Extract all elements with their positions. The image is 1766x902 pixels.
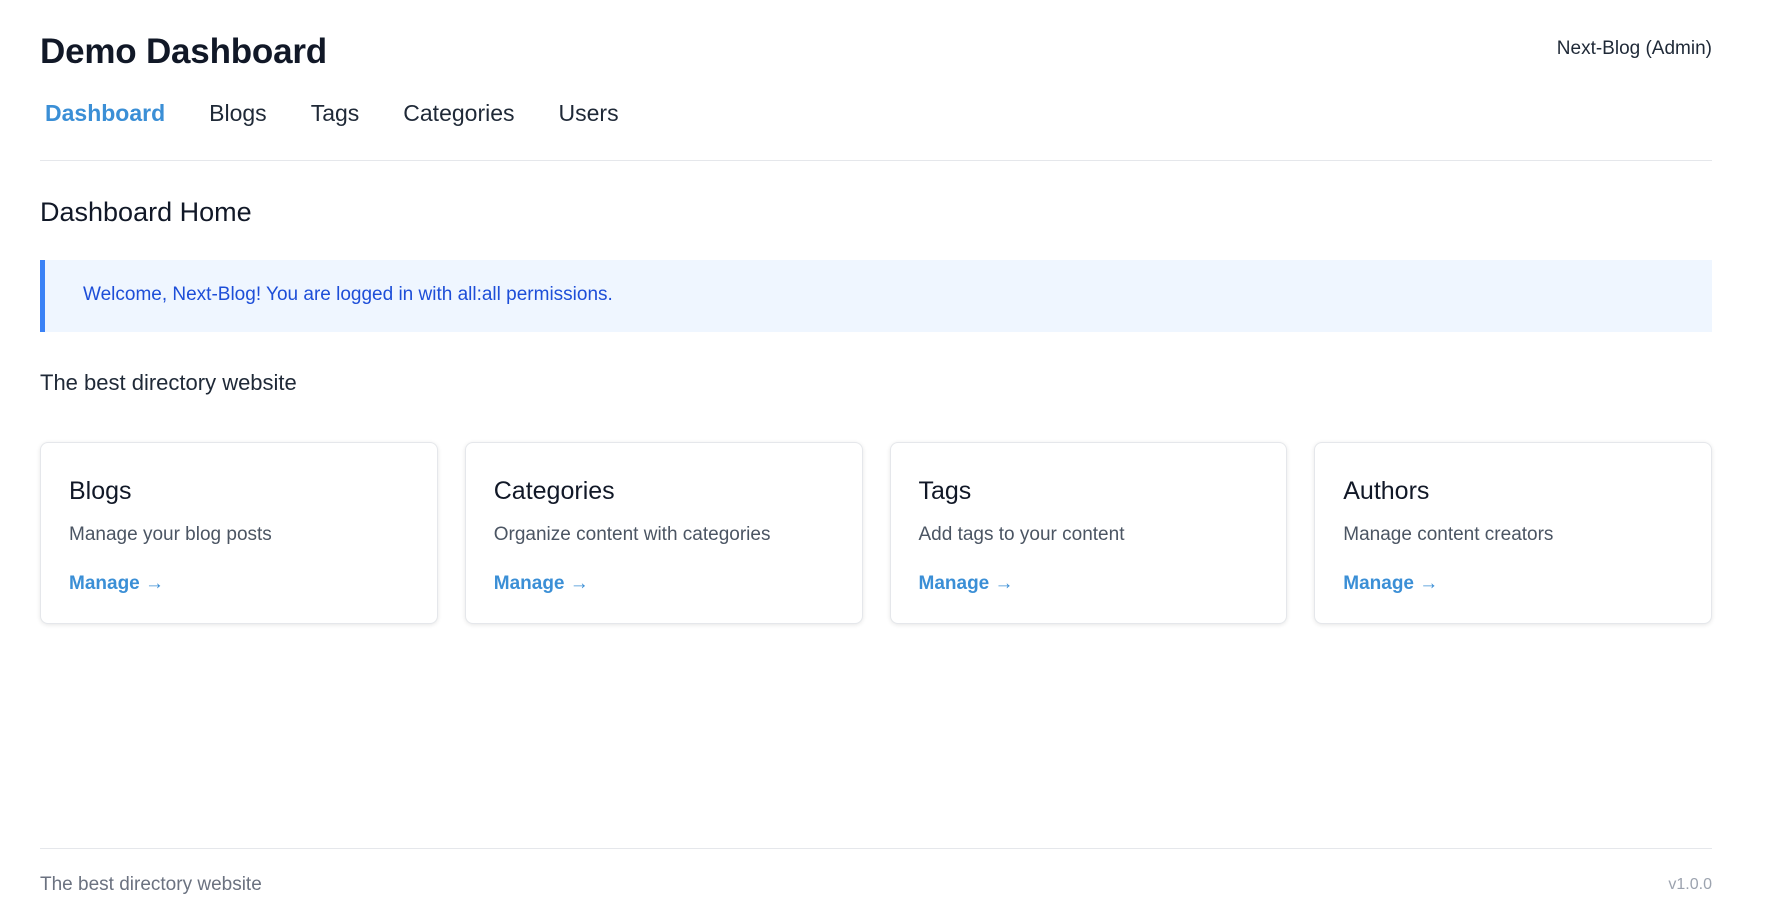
- card-title: Authors: [1343, 477, 1430, 505]
- site-description: The best directory website: [40, 370, 297, 395]
- nav-item-tags[interactable]: Tags: [311, 96, 360, 130]
- nav-item-blogs[interactable]: Blogs: [209, 96, 267, 130]
- manage-authors-link[interactable]: Manage →: [1343, 573, 1438, 595]
- manage-categories-link[interactable]: Manage →: [494, 573, 589, 595]
- page-title: Dashboard Home: [40, 197, 252, 227]
- card-tags: Tags Add tags to your content Manage →: [889, 442, 1288, 624]
- main-nav: Dashboard Blogs Tags Categories Users: [40, 96, 663, 130]
- page-container: Demo Dashboard Next-Blog (Admin) Dashboa…: [40, 0, 1712, 902]
- card-title: Categories: [493, 477, 615, 505]
- nav-item-dashboard[interactable]: Dashboard: [40, 96, 165, 130]
- nav-item-categories[interactable]: Categories: [403, 96, 514, 130]
- version-label: v1.0.0: [1668, 876, 1712, 893]
- footer-text: The best directory website: [40, 874, 262, 895]
- card-title: Tags: [918, 477, 972, 505]
- manage-blogs-link[interactable]: Manage →: [69, 573, 164, 595]
- card-description: Add tags to your content: [918, 524, 1125, 545]
- card-categories: Categories Organize content with categor…: [464, 442, 863, 624]
- card-description: Organize content with categories: [493, 524, 771, 545]
- app-title: Demo Dashboard: [40, 32, 327, 71]
- manage-tags-link[interactable]: Manage →: [919, 573, 1014, 595]
- card-description: Manage your blog posts: [69, 524, 272, 545]
- nav-item-users[interactable]: Users: [559, 96, 619, 130]
- card-description: Manage content creators: [1343, 524, 1554, 545]
- card-title: Blogs: [69, 477, 132, 505]
- footer-divider: [40, 848, 1712, 849]
- header-divider: [40, 160, 1712, 161]
- welcome-alert-text: Welcome, Next-Blog! You are logged in wi…: [83, 284, 613, 305]
- card-blogs: Blogs Manage your blog posts Manage →: [40, 442, 438, 624]
- header: Demo Dashboard Next-Blog (Admin): [40, 30, 1712, 74]
- card-authors: Authors Manage content creators Manage →: [1314, 442, 1712, 624]
- welcome-alert: Welcome, Next-Blog! You are logged in wi…: [40, 260, 1712, 332]
- card-grid: Blogs Manage your blog posts Manage → Ca…: [40, 442, 1712, 624]
- user-label[interactable]: Next-Blog (Admin): [1557, 38, 1712, 60]
